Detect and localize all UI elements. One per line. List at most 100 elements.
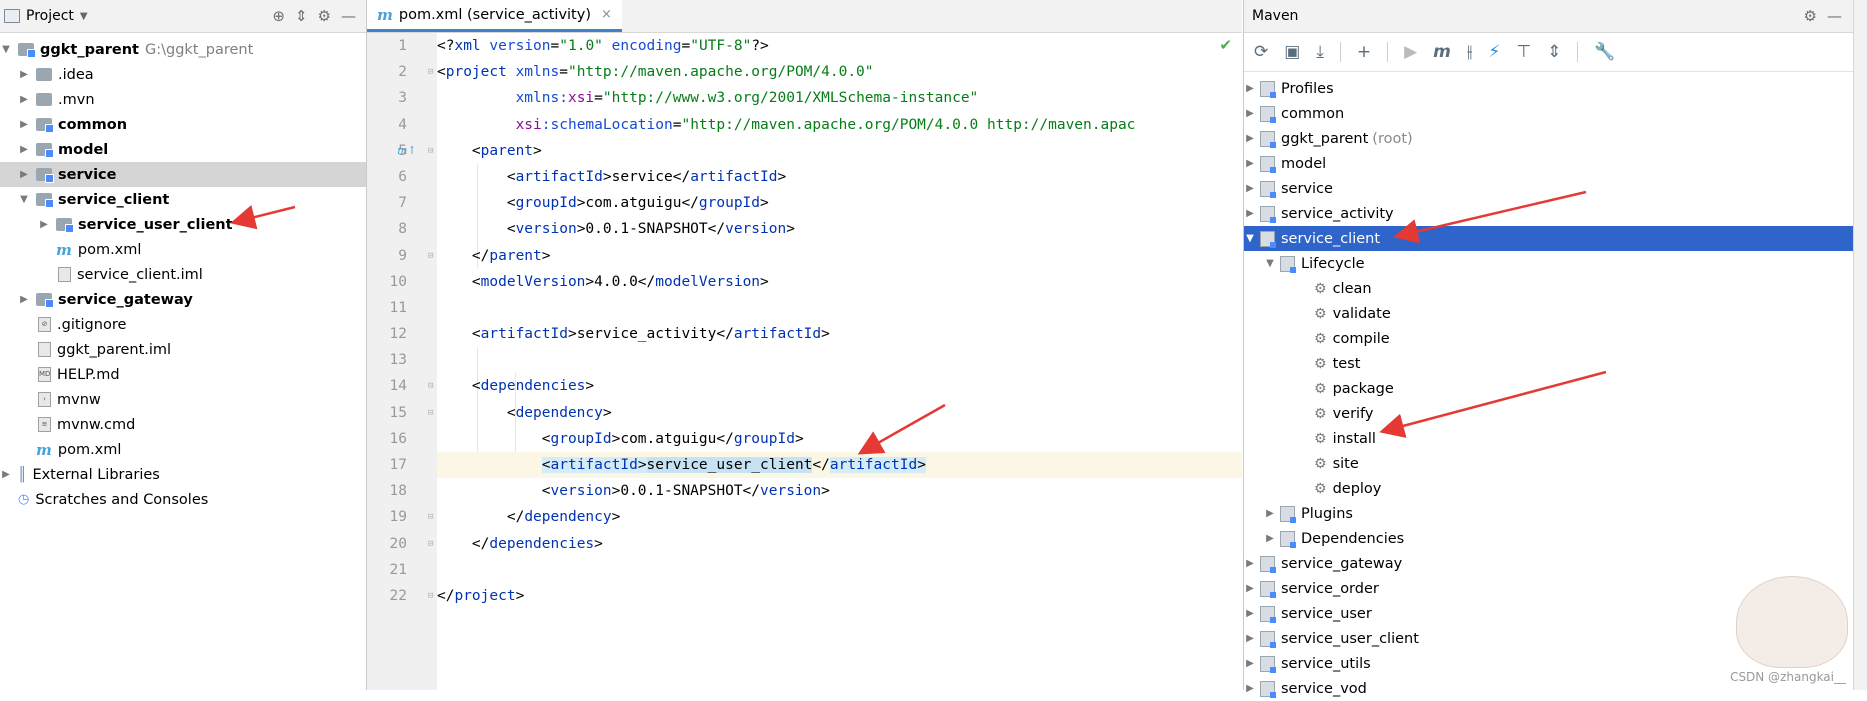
lifecycle-goal-clean[interactable]: ⚙ clean — [1244, 276, 1867, 301]
maven-item-ggkt-parent[interactable]: ▶ ggkt_parent (root) — [1244, 126, 1867, 151]
add-icon[interactable]: + — [1357, 42, 1371, 62]
tree-item-label: service_gateway — [58, 291, 193, 308]
gear-icon[interactable]: ⚙ — [1804, 7, 1817, 25]
chevron-right-icon[interactable]: ▶ — [1244, 558, 1256, 569]
maven-panel-header: Maven ⚙ — — [1244, 0, 1867, 33]
maven-item-service-activity[interactable]: ▶ service_activity — [1244, 201, 1867, 226]
lifecycle-goal-site[interactable]: ⚙ site — [1244, 451, 1867, 476]
line-number: 18 — [389, 483, 407, 500]
code-line: 4 xsi:schemaLocation="http://maven.apach… — [398, 112, 1242, 138]
chevron-right-icon[interactable]: ▶ — [18, 294, 30, 305]
maven-item-plugins[interactable]: ▶ Plugins — [1244, 501, 1867, 526]
tab-pom-xml[interactable]: m pom.xml (service_activity) × — [367, 0, 622, 32]
chevron-down-icon[interactable]: ▼ — [1244, 233, 1256, 244]
maven-item-lifecycle[interactable]: ▼ Lifecycle — [1244, 251, 1867, 276]
maven-module-icon — [1260, 655, 1276, 673]
tree-item-gitignore[interactable]: ⊘ .gitignore — [0, 312, 366, 337]
execute-goal-icon[interactable]: m — [1433, 42, 1451, 62]
chevron-right-icon[interactable]: ▶ — [1244, 208, 1256, 219]
tree-item-service-gateway[interactable]: ▶ service_gateway — [0, 287, 366, 312]
chevron-right-icon[interactable]: ▶ — [1244, 658, 1256, 669]
show-dependencies-icon[interactable]: ⊤ — [1516, 42, 1531, 62]
project-panel-title: Project — [26, 8, 74, 24]
chevron-right-icon[interactable]: ▶ — [1264, 533, 1276, 544]
chevron-down-icon[interactable]: ▼ — [0, 44, 12, 55]
chevron-right-icon[interactable]: ▶ — [1264, 508, 1276, 519]
chevron-right-icon[interactable]: ▶ — [1244, 633, 1256, 644]
maven-item-profiles[interactable]: ▶ Profiles — [1244, 76, 1867, 101]
tree-item-mvnw-cmd[interactable]: ≡ mvnw.cmd — [0, 412, 366, 437]
tree-item-idea[interactable]: ▶ .idea — [0, 62, 366, 87]
download-icon[interactable]: ⤓ — [1316, 42, 1324, 62]
tree-item-model[interactable]: ▶ model — [0, 137, 366, 162]
collapse-all-icon[interactable]: ⇕ — [295, 7, 308, 25]
chevron-right-icon[interactable]: ▶ — [18, 144, 30, 155]
tree-item-root-pom-xml[interactable]: m pom.xml — [0, 437, 366, 462]
chevron-right-icon[interactable]: ▶ — [38, 219, 50, 230]
lifecycle-goal-validate[interactable]: ⚙ validate — [1244, 301, 1867, 326]
chevron-right-icon[interactable]: ▶ — [18, 169, 30, 180]
chevron-right-icon[interactable]: ▶ — [18, 94, 30, 105]
chevron-right-icon[interactable]: ▶ — [0, 469, 12, 480]
right-tool-strip[interactable] — [1853, 0, 1867, 690]
chevron-right-icon[interactable]: ▶ — [18, 69, 30, 80]
lifecycle-goal-compile[interactable]: ⚙ compile — [1244, 326, 1867, 351]
maven-item-dependencies[interactable]: ▶ Dependencies — [1244, 526, 1867, 551]
code-area[interactable]: 1 <?xml version="1.0" encoding="UTF-8"?> … — [390, 33, 1242, 690]
tree-item-service[interactable]: ▶ service — [0, 162, 366, 187]
locate-icon[interactable]: ⊕ — [272, 7, 285, 25]
collapse-all-icon[interactable]: ⇕ — [1547, 42, 1561, 62]
tree-item-service-user-client[interactable]: ▶ service_user_client — [0, 212, 366, 237]
project-tree: ▼ ggkt_parent G:\ggkt_parent ▶ .idea ▶ .… — [0, 33, 366, 512]
chevron-down-icon[interactable]: ▼ — [1264, 258, 1276, 269]
project-view-selector[interactable]: Project ▼ — [0, 8, 88, 24]
tree-item-service-client-iml[interactable]: service_client.iml — [0, 262, 366, 287]
maven-item-model[interactable]: ▶ model — [1244, 151, 1867, 176]
chevron-right-icon[interactable]: ▶ — [1244, 583, 1256, 594]
navigate-parent-icon[interactable]: m↑ — [397, 138, 417, 164]
chevron-down-icon[interactable]: ▼ — [18, 194, 30, 205]
gear-icon[interactable]: ⚙ — [318, 7, 331, 25]
mascot-sticker — [1736, 576, 1848, 668]
generate-sources-icon[interactable]: ▣ — [1284, 42, 1300, 62]
gear-icon: ⚙ — [1314, 430, 1327, 447]
tree-item-label: ggkt_parent.iml — [57, 341, 172, 358]
maven-item-common[interactable]: ▶ common — [1244, 101, 1867, 126]
minimize-icon[interactable]: — — [341, 7, 356, 25]
lifecycle-goal-package[interactable]: ⚙ package — [1244, 376, 1867, 401]
chevron-right-icon[interactable]: ▶ — [1244, 158, 1256, 169]
wrench-icon[interactable]: 🔧 — [1594, 42, 1615, 62]
maven-item-service-client[interactable]: ▼ service_client — [1244, 226, 1867, 251]
skip-tests-icon[interactable]: ⚡ — [1488, 42, 1500, 62]
lifecycle-goal-test[interactable]: ⚙ test — [1244, 351, 1867, 376]
chevron-right-icon[interactable]: ▶ — [1244, 183, 1256, 194]
run-icon[interactable]: ▶ — [1404, 42, 1417, 62]
tree-item-external-libraries[interactable]: ▶ ║ External Libraries — [0, 462, 366, 487]
chevron-right-icon[interactable]: ▶ — [1244, 608, 1256, 619]
tree-item-common[interactable]: ▶ common — [0, 112, 366, 137]
lifecycle-goal-verify[interactable]: ⚙ verify — [1244, 401, 1867, 426]
tree-item-scratches[interactable]: ◷ Scratches and Consoles — [0, 487, 366, 512]
code-line: 11 — [390, 295, 1242, 321]
chevron-right-icon[interactable]: ▶ — [1244, 83, 1256, 94]
close-icon[interactable]: × — [601, 7, 612, 22]
maven-item-service-gateway[interactable]: ▶ service_gateway — [1244, 551, 1867, 576]
minimize-icon[interactable]: — — [1827, 7, 1842, 25]
tree-item-ggkt-parent[interactable]: ▼ ggkt_parent G:\ggkt_parent — [0, 37, 366, 62]
tree-item-service-client[interactable]: ▼ service_client — [0, 187, 366, 212]
tree-item-help-md[interactable]: MD HELP.md — [0, 362, 366, 387]
toggle-offline-icon[interactable]: ⫲ — [1467, 42, 1473, 62]
maven-item-service[interactable]: ▶ service — [1244, 176, 1867, 201]
maven-item-label: service_user_client — [1281, 630, 1419, 647]
lifecycle-goal-deploy[interactable]: ⚙ deploy — [1244, 476, 1867, 501]
chevron-right-icon[interactable]: ▶ — [1244, 108, 1256, 119]
tree-item-mvn[interactable]: ▶ .mvn — [0, 87, 366, 112]
lifecycle-goal-install[interactable]: ⚙ install — [1244, 426, 1867, 451]
tree-item-pom-xml[interactable]: m pom.xml — [0, 237, 366, 262]
tree-item-ggkt-parent-iml[interactable]: ggkt_parent.iml — [0, 337, 366, 362]
chevron-right-icon[interactable]: ▶ — [1244, 133, 1256, 144]
chevron-right-icon[interactable]: ▶ — [1244, 683, 1256, 694]
reload-icon[interactable]: ⟳ — [1254, 42, 1268, 62]
chevron-right-icon[interactable]: ▶ — [18, 119, 30, 130]
tree-item-mvnw[interactable]: › mvnw — [0, 387, 366, 412]
